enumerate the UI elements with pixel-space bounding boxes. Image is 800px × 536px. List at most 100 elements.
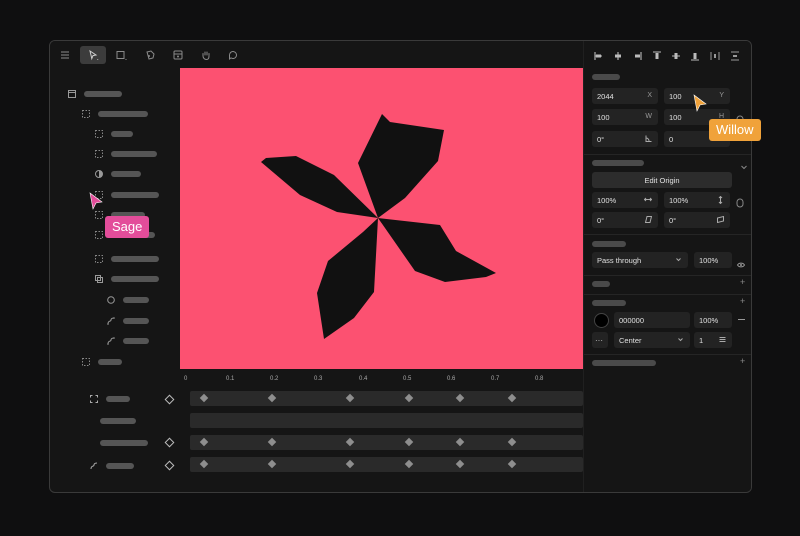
ruler-label: 0.2 bbox=[270, 376, 279, 382]
visibility-eye-icon[interactable] bbox=[736, 256, 746, 268]
layer-row-mask[interactable] bbox=[95, 169, 141, 179]
layer-name-placeholder bbox=[111, 192, 159, 198]
keyframe[interactable] bbox=[199, 393, 209, 403]
keyframe-toggle-icon[interactable] bbox=[164, 437, 175, 448]
layer-name-placeholder bbox=[98, 111, 148, 117]
y-value: 100 bbox=[669, 91, 682, 101]
pinwheel-shape[interactable] bbox=[180, 68, 583, 369]
keyframe-toggle-icon[interactable] bbox=[164, 394, 175, 405]
skew-y-field[interactable]: 0° bbox=[664, 212, 730, 228]
layer-row-group[interactable] bbox=[95, 254, 159, 264]
layer-row-frame[interactable] bbox=[68, 89, 122, 99]
keyframe-toggle-icon[interactable] bbox=[164, 460, 175, 471]
timeline-track[interactable] bbox=[190, 435, 583, 450]
keyframe[interactable] bbox=[404, 437, 414, 447]
keyframe[interactable] bbox=[404, 459, 414, 469]
divider bbox=[584, 354, 751, 355]
add-effect-icon[interactable]: + bbox=[740, 356, 745, 366]
x-position-field[interactable]: 2044 X bbox=[592, 88, 658, 104]
keyframe[interactable] bbox=[507, 437, 517, 447]
scale-x-field[interactable]: 100% bbox=[592, 192, 658, 208]
distribute-vertical-icon[interactable] bbox=[730, 48, 740, 61]
layer-row-path[interactable] bbox=[107, 336, 149, 346]
frame-icon[interactable] bbox=[167, 46, 189, 64]
blend-mode-select[interactable]: Pass through bbox=[592, 252, 688, 268]
layer-row-path[interactable] bbox=[107, 316, 149, 326]
stroke-width-field[interactable]: 1 bbox=[694, 332, 732, 348]
layer-row-boolean[interactable] bbox=[95, 274, 159, 284]
section-header-placeholder bbox=[592, 300, 626, 306]
group-layer-icon bbox=[82, 358, 90, 366]
menu-icon[interactable] bbox=[54, 46, 76, 64]
hand-icon[interactable] bbox=[195, 46, 217, 64]
stroke-align-select[interactable]: Center bbox=[614, 332, 690, 348]
track-label-property[interactable] bbox=[100, 440, 148, 446]
layer-name-placeholder bbox=[123, 318, 149, 324]
ruler-label: 0.3 bbox=[314, 376, 323, 382]
fill-opacity-field[interactable]: 100% bbox=[694, 312, 732, 328]
stroke-options-button[interactable]: ··· bbox=[592, 332, 608, 348]
timeline-track[interactable] bbox=[190, 457, 583, 472]
rotation-field[interactable]: 0° bbox=[592, 131, 658, 147]
fill-color-swatch[interactable] bbox=[594, 313, 609, 328]
keyframe[interactable] bbox=[455, 393, 465, 403]
keyframe[interactable] bbox=[404, 393, 414, 403]
keyframe[interactable] bbox=[345, 459, 355, 469]
layer-row-ellipse[interactable] bbox=[107, 295, 149, 305]
distribute-horizontal-icon[interactable] bbox=[710, 48, 720, 60]
keyframe[interactable] bbox=[507, 393, 517, 403]
keyframe[interactable] bbox=[267, 437, 277, 447]
keyframe[interactable] bbox=[345, 437, 355, 447]
align-center-horizontal-icon[interactable] bbox=[613, 48, 623, 60]
width-field[interactable]: 100 W bbox=[592, 109, 658, 125]
layer-row-group[interactable] bbox=[95, 129, 133, 139]
align-left-icon[interactable] bbox=[594, 48, 604, 60]
willow-name-tag: Willow bbox=[709, 119, 761, 141]
sage-name-tag: Sage bbox=[105, 216, 150, 238]
layer-name-placeholder bbox=[111, 256, 159, 262]
select-arrow-icon[interactable] bbox=[80, 46, 106, 64]
section-header-placeholder bbox=[592, 74, 620, 80]
link-scale-icon[interactable] bbox=[736, 195, 744, 208]
edit-origin-button[interactable]: Edit Origin bbox=[592, 172, 732, 188]
align-center-vertical-icon[interactable] bbox=[671, 48, 681, 59]
timeline-track[interactable] bbox=[190, 391, 583, 406]
keyframe[interactable] bbox=[455, 437, 465, 447]
keyframe[interactable] bbox=[199, 459, 209, 469]
rectangle-icon[interactable] bbox=[110, 46, 132, 64]
align-top-icon[interactable] bbox=[652, 48, 662, 59]
align-bottom-icon[interactable] bbox=[690, 48, 700, 61]
layer-row-group[interactable] bbox=[95, 149, 157, 159]
keyframe[interactable] bbox=[345, 393, 355, 403]
chevron-down-icon[interactable] bbox=[740, 158, 748, 170]
align-right-icon[interactable] bbox=[632, 48, 642, 60]
remove-fill-icon[interactable] bbox=[738, 319, 745, 320]
track-label-path[interactable] bbox=[90, 462, 134, 470]
track-label-group[interactable] bbox=[90, 395, 130, 403]
chevron-down-icon bbox=[677, 336, 684, 345]
fill-hex-field[interactable]: 000000 bbox=[614, 312, 690, 328]
scale-y-field[interactable]: 100% bbox=[664, 192, 730, 208]
layer-row-group[interactable] bbox=[82, 109, 148, 119]
track-name-placeholder bbox=[100, 440, 148, 446]
keyframe[interactable] bbox=[267, 459, 277, 469]
add-fill-icon[interactable]: + bbox=[740, 296, 745, 306]
skew-y-value: 0° bbox=[669, 215, 677, 225]
design-canvas[interactable] bbox=[180, 68, 583, 369]
layer-row-group[interactable] bbox=[95, 190, 159, 200]
layer-row-group[interactable] bbox=[82, 357, 122, 367]
timeline-ruler[interactable]: 0 0.1 0.2 0.3 0.4 0.5 0.6 0.7 0.8 bbox=[180, 372, 583, 386]
comment-icon[interactable] bbox=[222, 46, 244, 64]
track-label-property[interactable] bbox=[100, 418, 136, 424]
skew-x-value: 0° bbox=[597, 215, 605, 225]
add-icon[interactable]: + bbox=[740, 277, 745, 287]
pen-tool-icon[interactable] bbox=[139, 46, 161, 64]
keyframe[interactable] bbox=[267, 393, 277, 403]
keyframe[interactable] bbox=[455, 459, 465, 469]
ruler-label: 0 bbox=[184, 376, 188, 382]
opacity-field[interactable]: 100% bbox=[694, 252, 732, 268]
skew-x-field[interactable]: 0° bbox=[592, 212, 658, 228]
timeline-track[interactable] bbox=[190, 413, 583, 428]
keyframe[interactable] bbox=[199, 437, 209, 447]
keyframe[interactable] bbox=[507, 459, 517, 469]
